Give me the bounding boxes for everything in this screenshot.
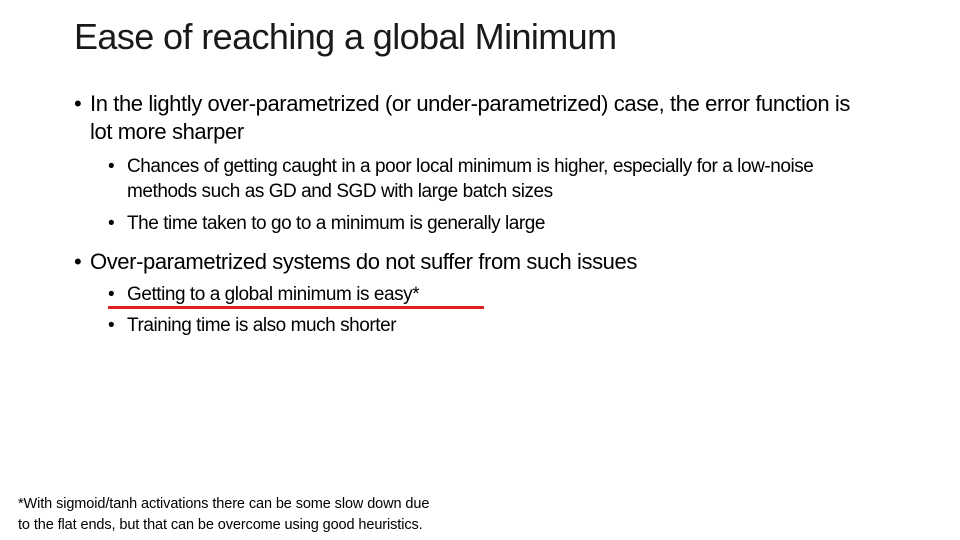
bullet-icon: •: [108, 315, 115, 336]
sub-bullet-text: Chances of getting caught in a poor loca…: [127, 156, 814, 202]
bullet-text: In the lightly over-parametrized (or und…: [90, 91, 850, 144]
bullet-item: • Over-parametrized systems do not suffe…: [74, 248, 854, 276]
sub-bullet-item: • Training time is also much shorter: [108, 313, 878, 338]
bullet-icon: •: [108, 156, 115, 177]
bullet-icon: •: [74, 91, 82, 116]
sub-bullet-text: Training time is also much shorter: [127, 315, 397, 336]
bullet-icon: •: [108, 213, 115, 234]
footnote: *With sigmoid/tanh activations there can…: [18, 494, 429, 536]
sub-bullet-text-highlighted: Getting to a global minimum is easy*: [127, 284, 420, 305]
bullet-icon: •: [74, 249, 82, 274]
sub-bullet-text: The time taken to go to a minimum is gen…: [127, 213, 546, 234]
sub-bullet-item: • Chances of getting caught in a poor lo…: [108, 154, 878, 204]
bullet-icon: •: [108, 284, 115, 305]
footnote-line: to the flat ends, but that can be overco…: [18, 517, 423, 533]
footnote-line: *With sigmoid/tanh activations there can…: [18, 496, 430, 512]
sub-bullet-item: • The time taken to go to a minimum is g…: [108, 211, 878, 236]
sub-bullet-item: • Getting to a global minimum is easy*: [108, 282, 878, 307]
red-underline-annotation: [108, 306, 484, 309]
slide-title: Ease of reaching a global Minimum: [74, 16, 617, 57]
bullet-item: • In the lightly over-parametrized (or u…: [74, 90, 854, 146]
bullet-text: Over-parametrized systems do not suffer …: [90, 249, 637, 274]
